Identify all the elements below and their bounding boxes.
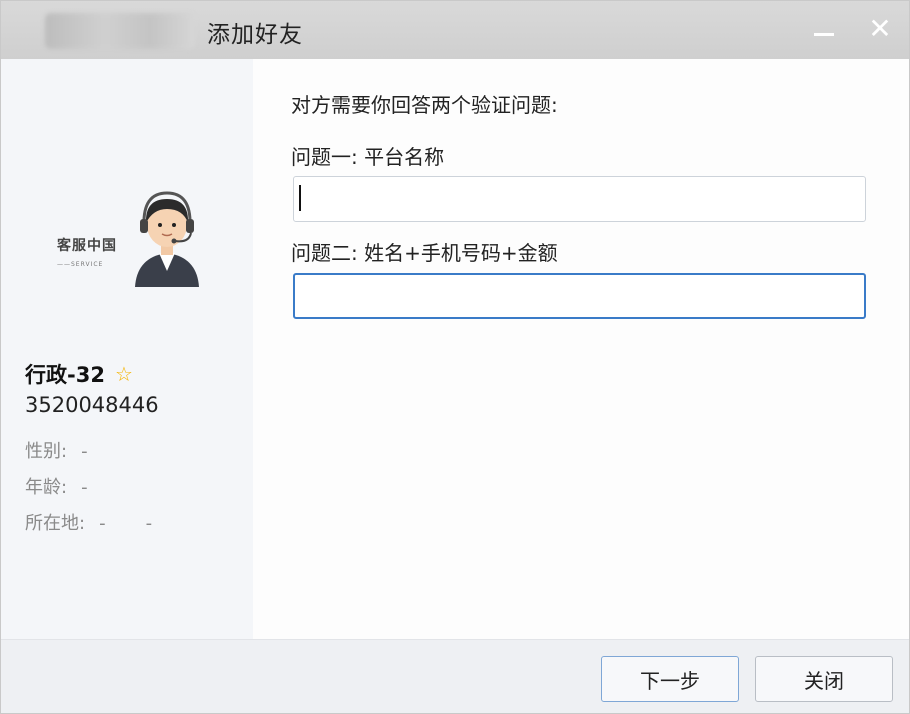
close-button[interactable]: 关闭 — [755, 656, 893, 702]
window-title: 添加好友 — [207, 22, 303, 48]
age-label: 年龄: — [25, 477, 68, 498]
nickname: 行政-32 ☆ — [25, 359, 133, 389]
profile-panel: 客服中国 ——SERVICE 行政-32 ☆ 3520048446 性别: - … — [1, 59, 253, 639]
close-window-button[interactable]: ✕ — [861, 11, 899, 47]
verification-prompt: 对方需要你回答两个验证问题: — [291, 93, 558, 117]
add-friend-dialog: 添加好友 ✕ 客服中国 ——SERVICE 行政-32 ☆ 3520048446… — [0, 0, 910, 714]
avatar-brand-text: 客服中国 — [57, 238, 117, 254]
nickname-text: 行政-32 — [25, 363, 105, 387]
customer-service-agent-icon — [135, 191, 199, 287]
gender-value: - — [81, 441, 88, 462]
location-label: 所在地: — [25, 513, 86, 534]
age-row: 年龄: - — [25, 473, 88, 499]
location-value: - - — [99, 513, 153, 534]
blurred-username — [45, 13, 195, 49]
minimize-icon — [814, 32, 834, 36]
account-id: 3520048446 — [25, 393, 159, 417]
question2-label: 问题二: 姓名+手机号码+金额 — [291, 241, 558, 265]
avatar-brand-subtext: ——SERVICE — [57, 261, 104, 268]
title-bar[interactable]: 添加好友 ✕ — [1, 1, 909, 59]
location-row: 所在地: - - — [25, 509, 152, 535]
question1-label: 问题一: 平台名称 — [291, 145, 445, 169]
gender-label: 性别: — [25, 441, 68, 462]
question2-answer-input[interactable] — [293, 273, 866, 319]
dialog-footer: 下一步 关闭 — [1, 639, 909, 713]
age-value: - — [81, 477, 88, 498]
star-icon: ☆ — [114, 362, 133, 386]
close-icon: ✕ — [868, 12, 892, 45]
minimize-button[interactable] — [805, 11, 843, 47]
text-caret — [299, 185, 301, 211]
question1-answer-input[interactable] — [293, 176, 866, 222]
avatar: 客服中国 ——SERVICE — [51, 179, 211, 289]
next-step-button[interactable]: 下一步 — [601, 656, 739, 702]
gender-row: 性别: - — [25, 437, 88, 463]
